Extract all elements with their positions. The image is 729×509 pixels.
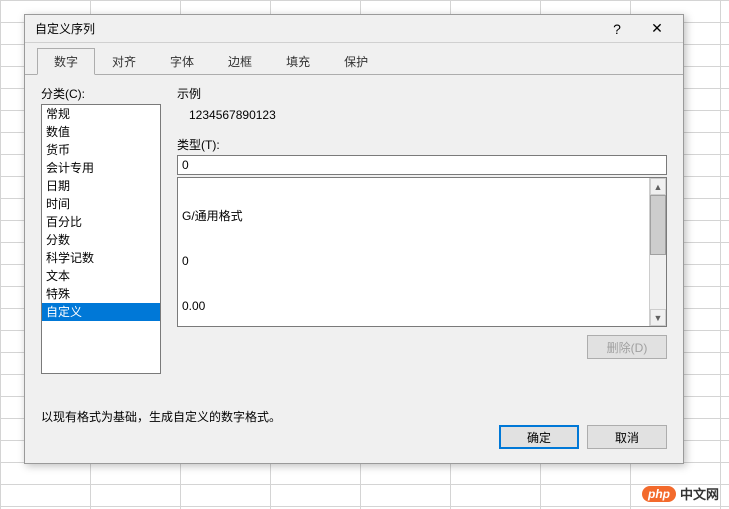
category-item[interactable]: 科学记数 [42,249,160,267]
titlebar: 自定义序列 ? ✕ [25,15,683,43]
category-item[interactable]: 特殊 [42,285,160,303]
titlebar-buttons: ? ✕ [597,18,677,40]
category-item[interactable]: 分数 [42,231,160,249]
tab-align[interactable]: 对齐 [95,48,153,75]
tab-content: 分类(C): 常规 数值 货币 会计专用 日期 时间 百分比 分数 科学记数 文… [25,75,683,398]
scroll-down-icon[interactable]: ▼ [650,309,666,326]
category-item[interactable]: 日期 [42,177,160,195]
category-item[interactable]: 货币 [42,141,160,159]
dialog-button-row: 确定 取消 [25,425,683,463]
format-detail-column: 示例 1234567890123 类型(T): G/通用格式 0 0.00 #,… [177,85,667,398]
delete-button[interactable]: 删除(D) [587,335,667,359]
category-list[interactable]: 常规 数值 货币 会计专用 日期 时间 百分比 分数 科学记数 文本 特殊 自定… [41,104,161,374]
scroll-track[interactable] [650,195,666,309]
format-item[interactable]: 0 [182,254,645,269]
cancel-button[interactable]: 取消 [587,425,667,449]
help-button[interactable]: ? [597,18,637,40]
watermark: php 中文网 [642,484,719,503]
watermark-text: 中文网 [680,484,719,503]
category-item[interactable]: 会计专用 [42,159,160,177]
tab-border[interactable]: 边框 [211,48,269,75]
format-list-scrollbar[interactable]: ▲ ▼ [649,178,666,326]
tab-number[interactable]: 数字 [37,48,95,75]
tab-font[interactable]: 字体 [153,48,211,75]
format-item[interactable]: 0.00 [182,299,645,314]
category-item[interactable]: 常规 [42,105,160,123]
scroll-up-icon[interactable]: ▲ [650,178,666,195]
sample-value: 1234567890123 [177,104,667,132]
watermark-badge: php [642,486,676,502]
close-button[interactable]: ✕ [637,18,677,40]
category-item[interactable]: 数值 [42,123,160,141]
format-list[interactable]: G/通用格式 0 0.00 #,##0 #,##0.00 _ * #,##0_ … [178,178,649,326]
category-item[interactable]: 时间 [42,195,160,213]
category-item[interactable]: 百分比 [42,213,160,231]
category-column: 分类(C): 常规 数值 货币 会计专用 日期 时间 百分比 分数 科学记数 文… [41,85,161,398]
tab-protect[interactable]: 保护 [327,48,385,75]
format-item[interactable]: G/通用格式 [182,209,645,224]
tab-strip: 数字 对齐 字体 边框 填充 保护 [25,43,683,75]
footer-note: 以现有格式为基础，生成自定义的数字格式。 [25,398,683,425]
delete-row: 删除(D) [177,335,667,359]
sample-label: 示例 [177,85,667,102]
format-cells-dialog: 自定义序列 ? ✕ 数字 对齐 字体 边框 填充 保护 分类(C): 常规 数值… [24,14,684,464]
category-label: 分类(C): [41,85,161,102]
tab-fill[interactable]: 填充 [269,48,327,75]
format-list-wrap: G/通用格式 0 0.00 #,##0 #,##0.00 _ * #,##0_ … [177,177,667,327]
ok-button[interactable]: 确定 [499,425,579,449]
type-label: 类型(T): [177,136,667,153]
category-item[interactable]: 文本 [42,267,160,285]
category-item[interactable]: 自定义 [42,303,160,321]
dialog-title: 自定义序列 [35,20,597,37]
type-input[interactable] [177,155,667,175]
scroll-thumb[interactable] [650,195,666,255]
